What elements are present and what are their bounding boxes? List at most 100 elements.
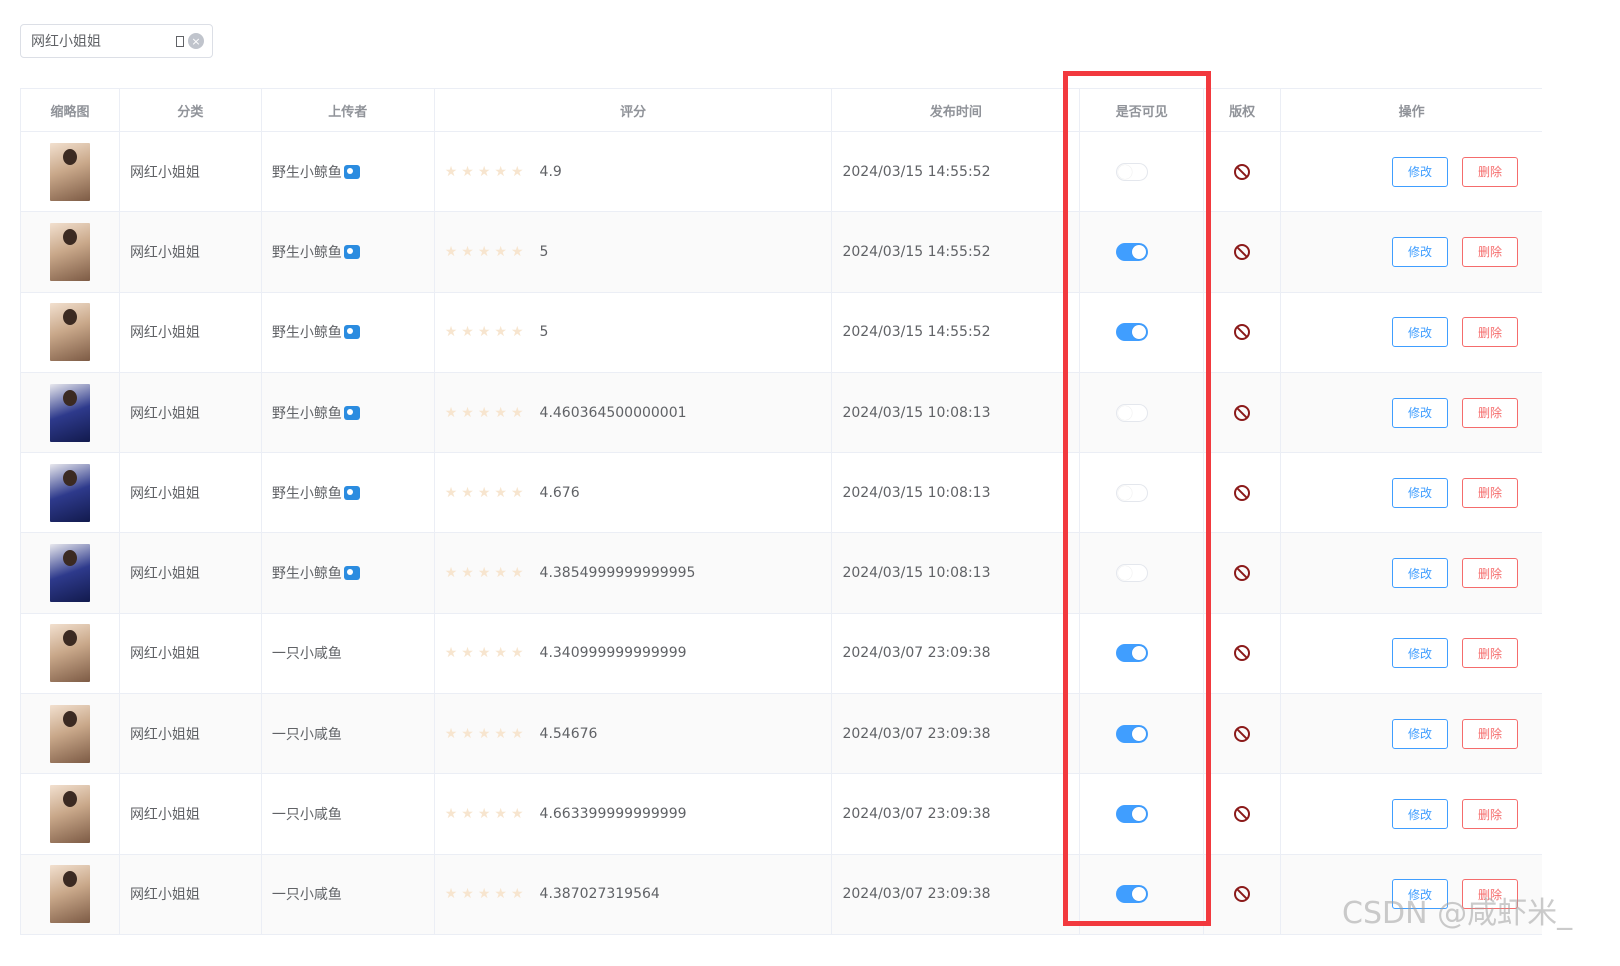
star-icon: ★ (510, 484, 524, 501)
category-cell: 网红小姐姐 (120, 533, 262, 613)
delete-button[interactable]: 删除 (1462, 718, 1518, 749)
rating-stars[interactable]: ★ ★ ★ ★ ★ (445, 727, 528, 741)
rating-value: 4.663399999999999 (539, 806, 687, 823)
table-row: 网红小姐姐 野生小鲸鱼 ★ ★ ★ ★ ★ 4.9 2024/03/15 14:55:52 修改删… (21, 132, 1542, 213)
delete-button[interactable]: 删除 (1462, 477, 1518, 508)
rating-stars[interactable]: ★ ★ ★ ★ ★ (445, 406, 528, 420)
thumbnail-image[interactable] (49, 383, 90, 442)
edit-button[interactable]: 修改 (1392, 397, 1448, 428)
rating-stars[interactable]: ★ ★ ★ ★ ★ (445, 646, 528, 660)
ops-cell: 修改 删除 (1281, 694, 1542, 773)
rating-stars[interactable]: ★ ★ ★ ★ ★ (445, 165, 528, 179)
copyright-cell (1204, 613, 1282, 694)
rating-stars[interactable]: ★ ★ ★ ★ ★ (445, 245, 528, 259)
ops-cell: 修改 删除 (1281, 212, 1542, 291)
visible-switch[interactable] (1116, 805, 1149, 824)
table-row: 网红小姐姐 野生小鲸鱼 ★ ★ ★ ★ ★ 5 2024/03/15 14:55:52 修改 删除 (21, 212, 1542, 293)
table-row: 网红小姐姐 一只小咸鱼 ★ ★ ★ ★ ★ 4.387027319564 2024/03/07 … (21, 854, 1542, 935)
rating-stars[interactable]: ★ ★ ★ ★ ★ (445, 807, 528, 821)
rating-cell: ★ ★ ★ ★ ★ 4.9 (435, 132, 833, 212)
delete-button[interactable]: 删除 (1462, 799, 1518, 830)
rating-value: 4.387027319564 (539, 886, 660, 903)
ban-icon (1234, 163, 1251, 180)
thumbnail-image[interactable] (49, 222, 90, 281)
thumbnail-image[interactable] (49, 865, 90, 924)
rating-stars[interactable]: ★ ★ ★ ★ ★ (445, 486, 528, 500)
delete-button[interactable]: 删除 (1462, 317, 1518, 348)
star-icon: ★ (461, 645, 474, 662)
search-input-value[interactable]: 网红小姐姐 (31, 31, 176, 51)
delete-button[interactable]: 删除 (1462, 156, 1518, 187)
time-cell: 2024/03/07 23:09:38 (832, 694, 1081, 774)
time-cell: 2024/03/07 23:09:38 (832, 854, 1081, 934)
delete-button[interactable]: 删除 (1462, 558, 1518, 589)
star-icon: ★ (461, 725, 474, 742)
thumbnail-image[interactable] (49, 544, 90, 603)
rating-stars[interactable]: ★ ★ ★ ★ ★ (445, 566, 528, 580)
thumbnail-image[interactable] (49, 463, 90, 522)
thumbnail-image[interactable] (49, 303, 90, 362)
uploader-name: 野生小鲸鱼 (271, 566, 342, 583)
edit-button[interactable]: 修改 (1392, 718, 1448, 749)
star-icon: ★ (444, 484, 458, 501)
thumbnail-image[interactable] (49, 704, 90, 763)
visible-switch[interactable] (1116, 644, 1149, 663)
uploader-cell: 野生小鲸鱼 (262, 453, 435, 533)
thumbnail-image[interactable] (49, 785, 90, 844)
clear-icon[interactable]: × (188, 33, 204, 49)
visible-switch[interactable] (1116, 162, 1149, 181)
time-cell: 2024/03/07 23:09:38 (832, 774, 1081, 854)
rating-stars[interactable]: ★ ★ ★ ★ ★ (445, 887, 528, 901)
visible-switch[interactable] (1116, 403, 1149, 422)
delete-button[interactable]: 删除 (1462, 236, 1518, 267)
star-icon: ★ (461, 806, 474, 823)
visible-switch[interactable] (1116, 323, 1149, 342)
ban-icon (1234, 324, 1251, 341)
delete-button[interactable]: 删除 (1462, 397, 1518, 428)
thumbnail-image[interactable] (49, 624, 90, 683)
visible-switch[interactable] (1116, 483, 1149, 502)
visible-switch[interactable] (1116, 885, 1149, 904)
time-cell: 2024/03/15 14:55:52 (832, 132, 1081, 212)
uploader-name: 野生小鲸鱼 (271, 164, 342, 181)
category-cell: 网红小姐姐 (120, 613, 262, 694)
thumbnail-image[interactable] (49, 142, 90, 201)
edit-button[interactable]: 修改 (1392, 477, 1448, 508)
thumb-cell (21, 774, 120, 854)
whale-emoji-icon (343, 244, 360, 259)
table-row: 网红小姐姐 野生小鲸鱼 ★ ★ ★ ★ ★ 4.460364500000001 2024/03/… (21, 372, 1542, 454)
delete-button[interactable]: 删除 (1462, 638, 1518, 669)
star-icon: ★ (494, 645, 507, 662)
header-ops: 操作 (1398, 104, 1425, 120)
visible-switch[interactable] (1116, 242, 1149, 261)
whale-emoji-icon (343, 485, 360, 500)
edit-button[interactable]: 修改 (1392, 317, 1448, 348)
ban-icon (1234, 243, 1251, 260)
visible-switch[interactable] (1116, 724, 1149, 743)
star-icon: ★ (477, 886, 491, 903)
ops-cell: 修改 删除 (1281, 453, 1542, 532)
edit-button[interactable]: 修改 (1392, 799, 1448, 830)
copyright-cell (1204, 292, 1282, 372)
edit-button[interactable]: 修改 (1392, 236, 1448, 267)
edit-button[interactable]: 修改 (1392, 156, 1448, 187)
uploader-cell: 野生小鲸鱼 (262, 292, 435, 372)
rating-cell: ★ ★ ★ ★ ★ 5 (435, 292, 833, 372)
rating-stars[interactable]: ★ ★ ★ ★ ★ (445, 325, 528, 339)
search-input[interactable]: 网红小姐姐 × (20, 24, 213, 58)
copyright-cell (1204, 132, 1282, 212)
visible-switch[interactable] (1116, 564, 1149, 583)
header-uploader: 上传者 (262, 89, 435, 131)
edit-button[interactable]: 修改 (1392, 638, 1448, 669)
edit-button[interactable]: 修改 (1392, 558, 1448, 589)
star-icon: ★ (494, 806, 507, 823)
rating-value: 4.676 (539, 484, 580, 501)
ops-cell: 修改 删除 (1281, 533, 1542, 612)
watermark: CSDN @咸虾米_ (1342, 896, 1573, 931)
category-cell: 网红小姐姐 (120, 372, 262, 453)
time-cell: 2024/03/15 10:08:13 (832, 453, 1081, 533)
visible-cell (1080, 132, 1205, 212)
star-icon: ★ (494, 886, 507, 903)
ban-icon (1234, 484, 1251, 501)
table-row: 网红小姐姐 野生小鲸鱼 ★ ★ ★ ★ ★ 5 2024/03/15 14:55:52 修改 删除 (21, 292, 1542, 373)
